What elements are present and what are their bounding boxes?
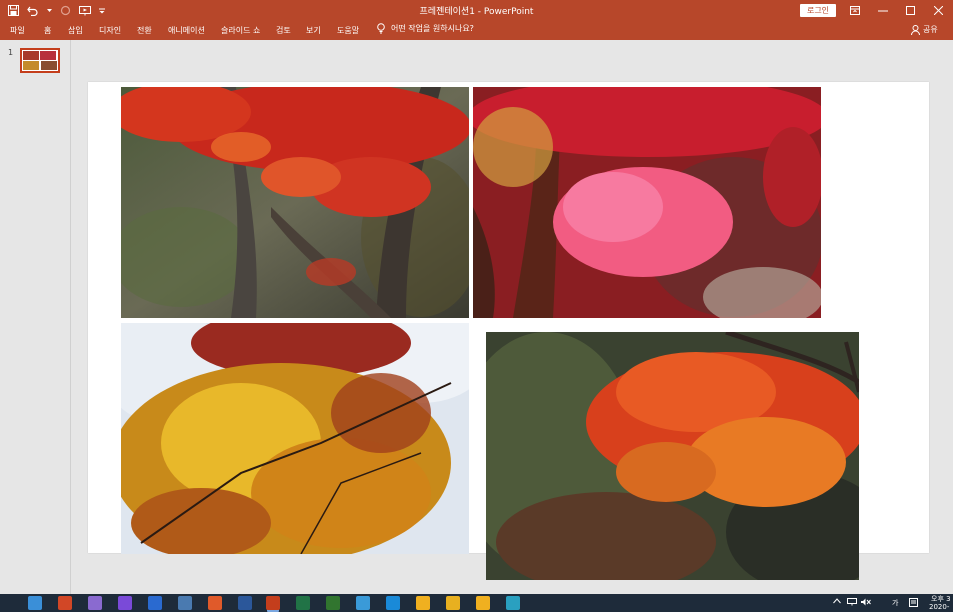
- login-button[interactable]: 로그인: [800, 4, 836, 17]
- slide-thumbnail-1[interactable]: [20, 48, 60, 73]
- undo-dropdown-icon[interactable]: [46, 4, 52, 18]
- tell-me-search[interactable]: 어떤 작업을 원하시나요?: [377, 23, 474, 34]
- photos-icon[interactable]: [28, 596, 42, 610]
- paint-icon[interactable]: [208, 596, 222, 610]
- tab-transitions[interactable]: 전환: [137, 25, 152, 36]
- maximize-icon[interactable]: [896, 0, 924, 21]
- undo-icon[interactable]: [26, 4, 40, 18]
- edge-icon[interactable]: [386, 596, 400, 610]
- powerpoint-icon[interactable]: [266, 596, 280, 610]
- chrome-like-icon[interactable]: [88, 596, 102, 610]
- volume-muted-icon[interactable]: [861, 598, 871, 608]
- chevron-up-icon[interactable]: [833, 598, 841, 606]
- person-icon: [911, 24, 920, 35]
- clock-date[interactable]: 2020-1: [929, 603, 953, 612]
- tab-help[interactable]: 도움말: [337, 25, 359, 36]
- save-icon[interactable]: [118, 596, 132, 610]
- windows-taskbar: 가 오후 3 2020-1: [0, 594, 953, 612]
- minimize-icon[interactable]: [869, 0, 897, 21]
- tab-view[interactable]: 보기: [306, 25, 321, 36]
- chrome-icon[interactable]: [416, 596, 430, 610]
- folder-icon[interactable]: [446, 596, 460, 610]
- share-button[interactable]: 공유: [911, 24, 938, 35]
- customize-qat-icon[interactable]: [98, 4, 106, 18]
- word-icon[interactable]: [238, 596, 252, 610]
- ribbon-display-options-icon[interactable]: [841, 0, 869, 21]
- chat-icon[interactable]: [148, 596, 162, 610]
- slide-thumbnail-pane: 1: [0, 40, 71, 594]
- window-icon[interactable]: [178, 596, 192, 610]
- chrome-icon-2[interactable]: [476, 596, 490, 610]
- excel-icon[interactable]: [296, 596, 310, 610]
- photo-red-maple-trunks[interactable]: [121, 87, 469, 318]
- photo-pink-maple[interactable]: [473, 87, 821, 318]
- network-icon[interactable]: [847, 598, 857, 608]
- office-icon[interactable]: [58, 596, 72, 610]
- tab-review[interactable]: 검토: [276, 25, 291, 36]
- share-label: 공유: [923, 25, 938, 34]
- slide-number: 1: [8, 48, 14, 57]
- quick-access-toolbar: [6, 2, 106, 19]
- bird-icon[interactable]: [356, 596, 370, 610]
- photo-orange-maple-bokeh[interactable]: [486, 332, 859, 580]
- publisher-icon[interactable]: [326, 596, 340, 610]
- save-icon[interactable]: [6, 4, 20, 18]
- tell-me-text: 어떤 작업을 원하시나요?: [391, 24, 474, 33]
- redo-icon[interactable]: [58, 4, 72, 18]
- tab-file[interactable]: 파일: [10, 25, 25, 36]
- ribbon-tabs: 파일 홈 삽입 디자인 전환 애니메이션 슬라이드 쇼 검토 보기 도움말 어떤…: [0, 21, 953, 40]
- ime-indicator[interactable]: 가: [892, 598, 898, 608]
- photo-yellow-maple-sky[interactable]: [121, 323, 469, 554]
- tab-animations[interactable]: 애니메이션: [168, 25, 205, 36]
- title-bar: 프레젠테이션1 - PowerPoint 로그인: [0, 0, 953, 21]
- tab-home[interactable]: 홈: [44, 25, 51, 36]
- start-from-beginning-icon[interactable]: [78, 4, 92, 18]
- tab-slide-show[interactable]: 슬라이드 쇼: [221, 25, 260, 36]
- lightbulb-icon: [377, 23, 385, 34]
- slide-editor: [72, 40, 953, 594]
- tab-insert[interactable]: 삽입: [68, 25, 83, 36]
- notification-icon[interactable]: [909, 598, 918, 609]
- close-icon[interactable]: [924, 0, 952, 21]
- globe-icon[interactable]: [506, 596, 520, 610]
- slide-canvas[interactable]: [88, 82, 929, 580]
- tab-design[interactable]: 디자인: [99, 25, 121, 36]
